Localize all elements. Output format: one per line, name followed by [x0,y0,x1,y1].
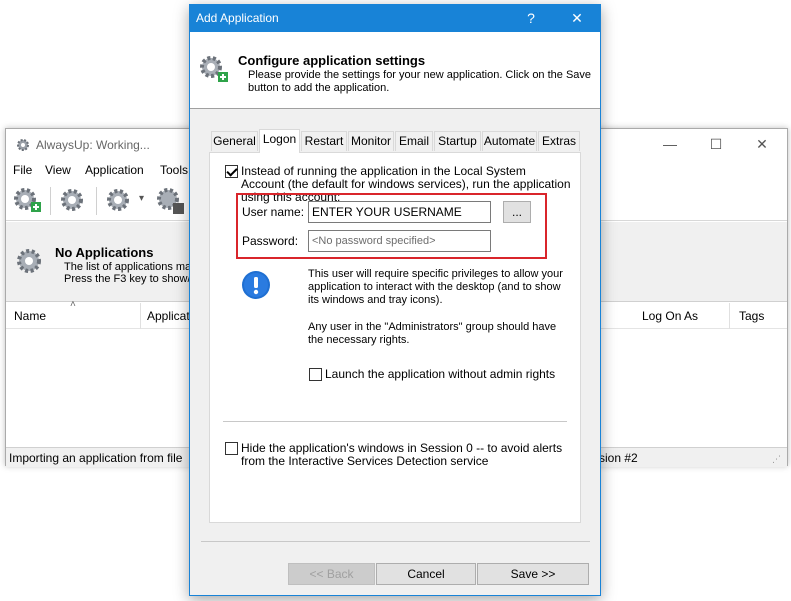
column-header-tags[interactable]: Tags [739,309,764,323]
tab-startup[interactable]: Startup [434,131,481,151]
toolbar-separator [96,187,97,215]
chevron-down-icon[interactable]: ▾ [139,193,144,204]
close-button[interactable]: ✕ [554,5,600,32]
password-label: Password: [242,234,299,248]
banner-text: Press the F3 key to show/ [64,273,191,285]
username-input[interactable]: ENTER YOUR USERNAME [308,201,491,223]
cancel-button[interactable]: Cancel [376,563,476,585]
tab-extras[interactable]: Extras [538,131,580,151]
status-text: Importing an application from file [9,451,183,465]
tab-restart[interactable]: Restart [301,131,347,151]
administrators-info-text: Any user in the "Administrators" group s… [308,321,557,346]
add-gear-icon [196,52,230,89]
password-input[interactable]: <No password specified> [308,230,491,252]
username-label: User name: [242,205,305,219]
launch-without-admin-checkbox[interactable] [309,368,322,381]
gear-icon [15,137,31,156]
alwaysup-title: AlwaysUp: Working... [36,138,150,152]
column-header-name[interactable]: Name [14,309,46,323]
banner-title: No Applications [55,245,154,260]
divider [201,541,590,542]
column-header-logon[interactable]: Log On As [642,309,698,323]
header-title: Configure application settings [238,53,426,68]
add-application-icon[interactable] [11,185,43,220]
dialog-title: Add Application [196,11,279,25]
start-application-icon[interactable] [102,185,134,220]
hide-session0-label: Hide the application's windows in Sessio… [241,441,563,468]
save-button[interactable]: Save >> [477,563,589,585]
tab-automate[interactable]: Automate [482,131,537,151]
gear-icon [12,244,46,281]
launch-without-admin-label: Launch the application without admin rig… [325,367,556,381]
minimize-button[interactable]: — [647,129,693,159]
toolbar-separator [50,187,51,215]
edit-application-icon[interactable] [56,185,88,220]
tab-general[interactable]: General [211,131,258,151]
help-button[interactable]: ? [508,5,554,32]
menu-file[interactable]: File [13,163,32,177]
run-as-account-checkbox[interactable] [225,165,238,178]
maximize-button[interactable]: ☐ [693,129,739,159]
menu-application[interactable]: Application [85,163,144,177]
browse-user-button[interactable]: ... [503,201,531,223]
tab-email[interactable]: Email [395,131,433,151]
back-button[interactable]: << Back [288,563,375,585]
privileges-info-text: This user will require specific privileg… [308,268,563,306]
info-icon [241,270,271,303]
tab-monitor[interactable]: Monitor [348,131,394,151]
column-divider[interactable] [729,303,730,329]
hide-session0-checkbox[interactable] [225,442,238,455]
divider [223,421,567,422]
column-divider[interactable] [140,303,141,329]
banner-text: The list of applications ma [64,261,192,273]
add-application-dialog: Add Application ? ✕ Configure applicatio… [189,4,601,596]
tab-logon[interactable]: Logon [259,129,300,153]
menu-view[interactable]: View [45,163,71,177]
header-description: Please provide the settings for your new… [248,69,592,94]
sort-ascending-icon: ˄ [70,299,76,310]
dialog-header: Configure application settings Please pr… [190,32,600,109]
resize-grip-icon[interactable]: ⋰ [772,454,781,465]
dialog-titlebar: Add Application ? ✕ [190,5,600,32]
menu-tools[interactable]: Tools [160,163,188,177]
column-header-application[interactable]: Applicat [147,309,190,323]
close-button[interactable]: ✕ [739,129,785,159]
stop-application-icon[interactable] [154,185,186,220]
